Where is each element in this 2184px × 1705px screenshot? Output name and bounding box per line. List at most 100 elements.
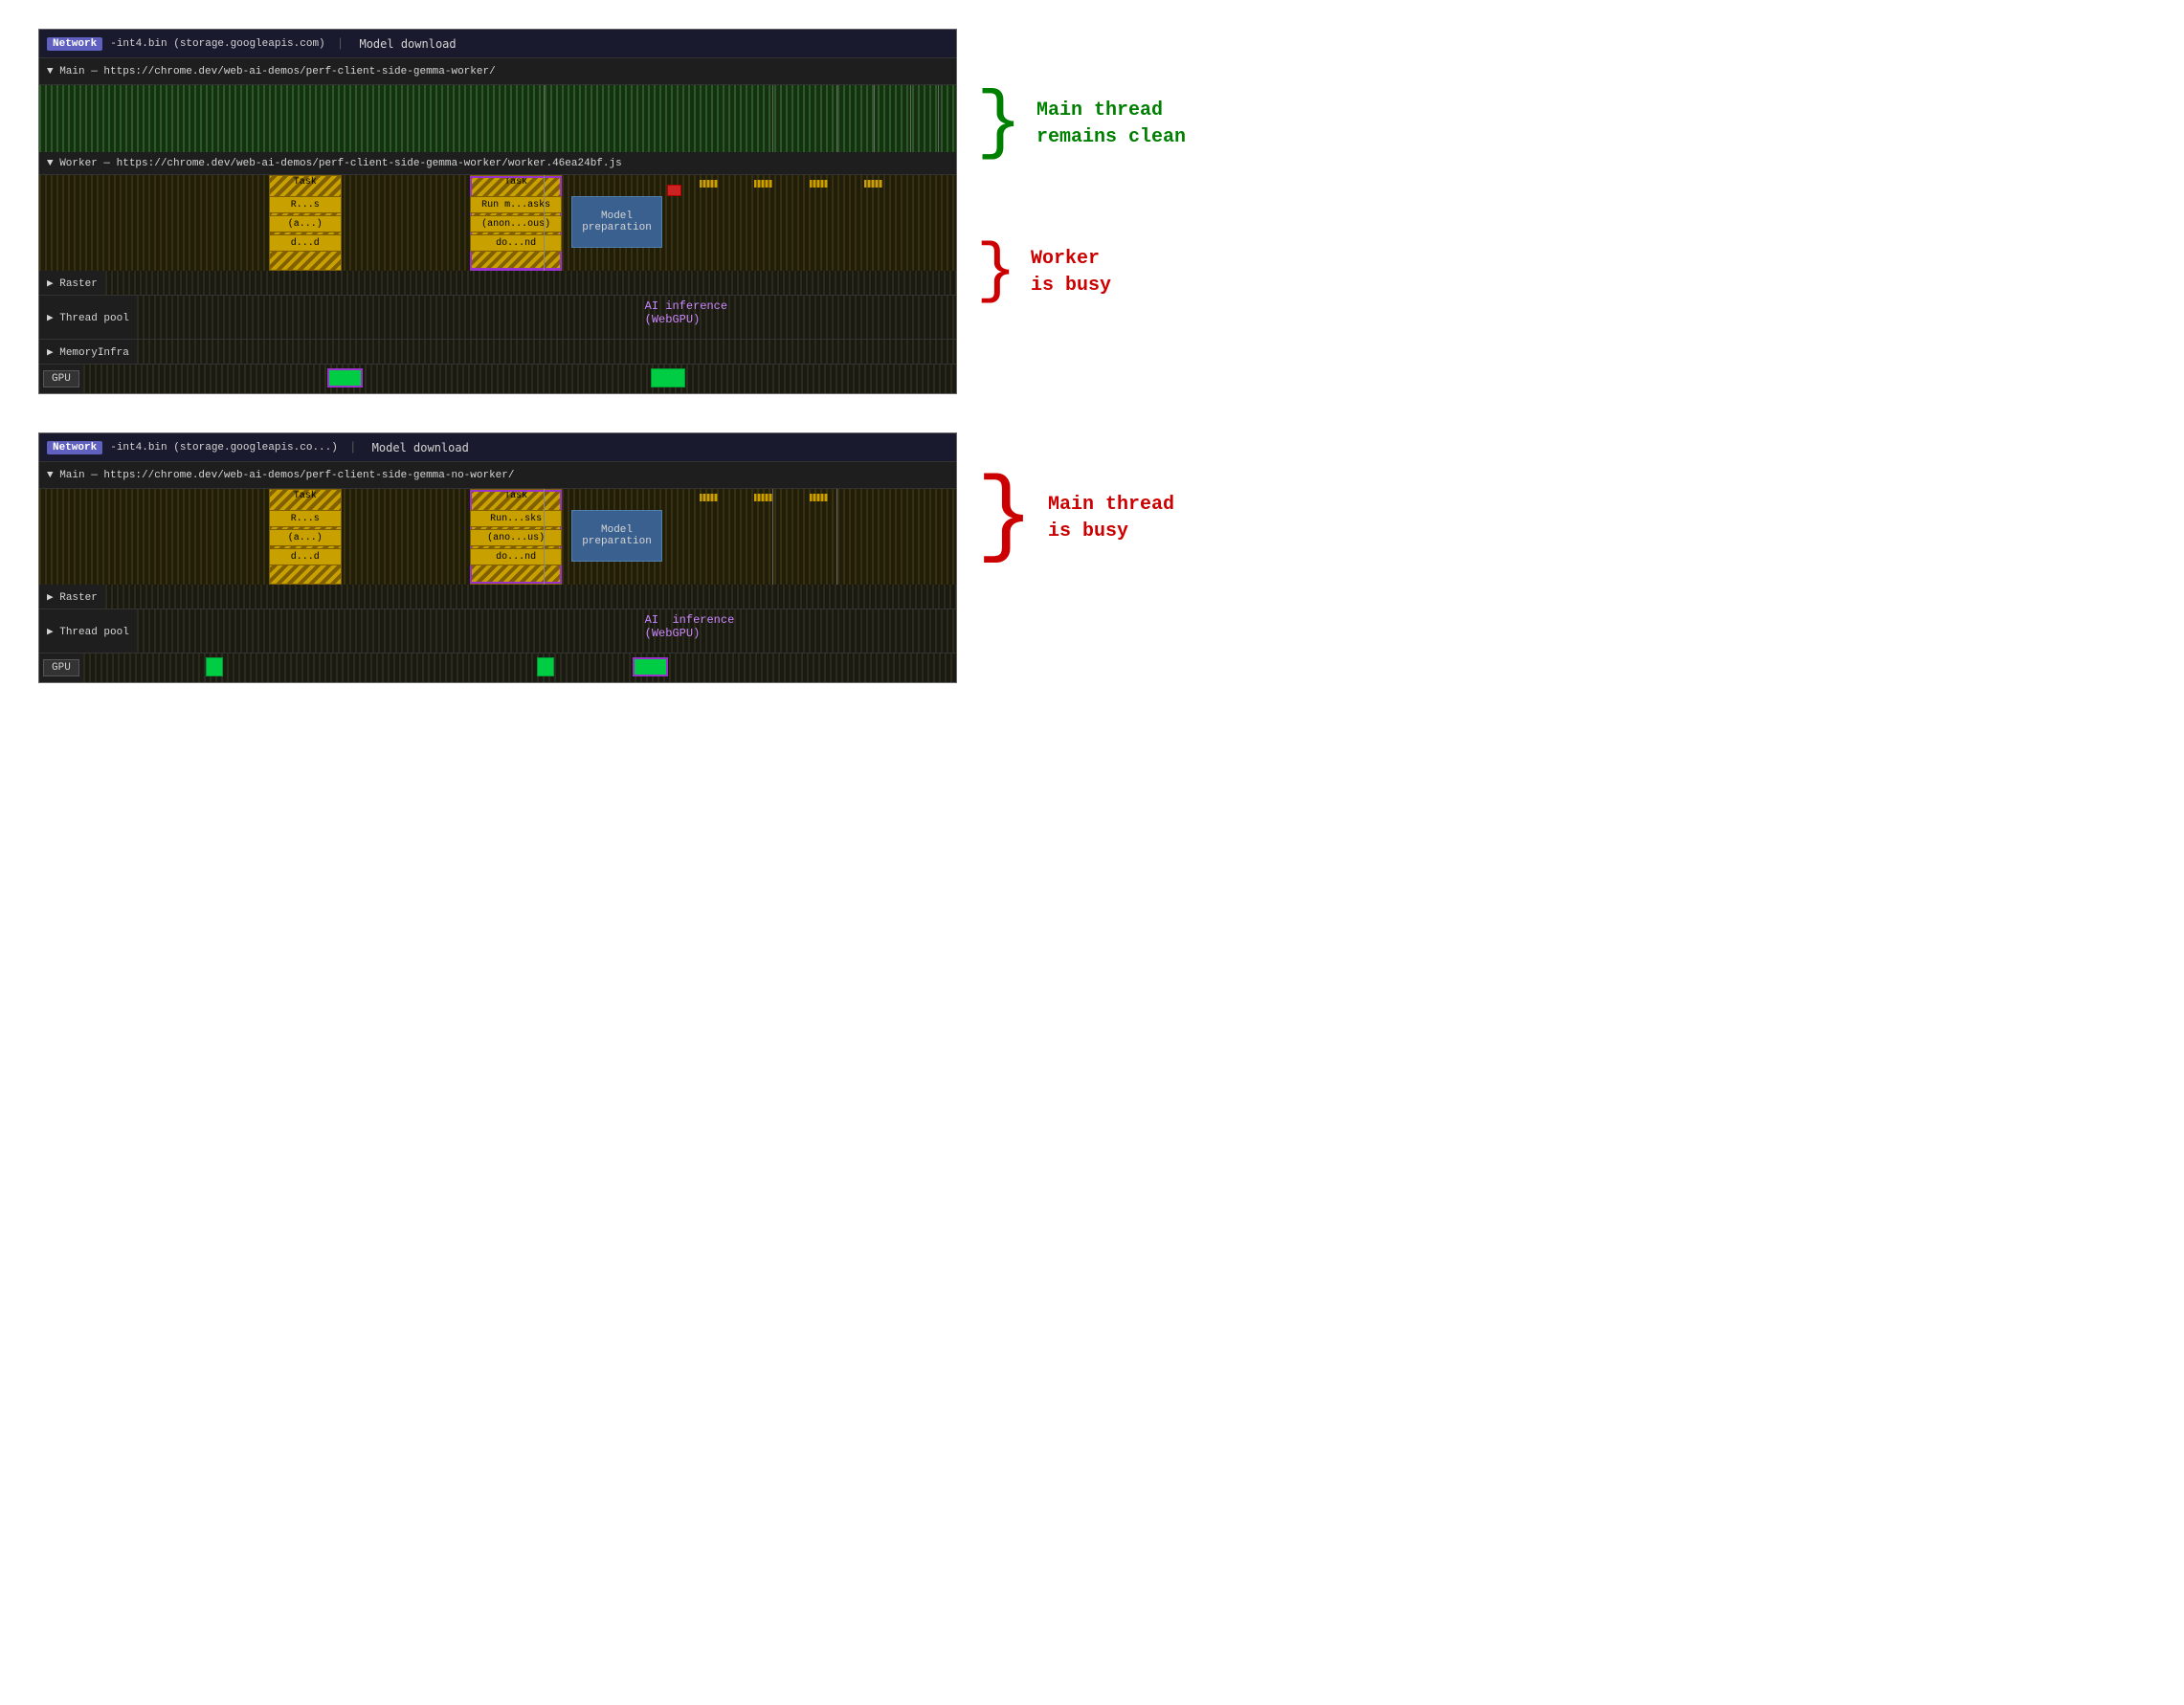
- vline-main-3: [836, 85, 837, 152]
- timeline-panel1: Network -int4.bin (storage.googleapis.co…: [38, 29, 957, 394]
- vline-main2-3: [836, 489, 837, 585]
- raster-content-1: [105, 271, 956, 295]
- a-label-2: (a...): [288, 533, 323, 543]
- worker-url-1: ▼ Worker — https://chrome.dev/web-ai-dem…: [47, 158, 622, 169]
- dond-label-2: do...nd: [496, 552, 536, 563]
- dd-block-2: d...d: [269, 548, 343, 565]
- dd-label-1: d...d: [291, 238, 320, 249]
- anon-label-2: (ano...us): [487, 533, 545, 543]
- vline-main2-2: [772, 489, 773, 585]
- main-thread-bg-1: [39, 85, 956, 152]
- dond-label-1: do...nd: [496, 238, 536, 249]
- network-label-area-2: Network -int4.bin (storage.googleapis.co…: [39, 433, 956, 461]
- red-block-worker-1: [667, 185, 680, 196]
- timeline-panel2: Network -int4.bin (storage.googleapis.co…: [38, 432, 957, 683]
- rs-block-2: R...s: [269, 510, 343, 527]
- model-download-2: Model download: [372, 441, 469, 454]
- model-prep-block-1: Model preparation: [571, 196, 663, 248]
- annotations-panel1: } Main thread remains clean } Worker is …: [976, 29, 1186, 306]
- worker-small-3: [810, 180, 828, 188]
- main-url-1: ▼ Main — https://chrome.dev/web-ai-demos…: [39, 62, 503, 81]
- network-row-2: Network -int4.bin (storage.googleapis.co…: [39, 433, 956, 462]
- memoryinfra-row-1: ▶ MemoryInfra: [39, 340, 956, 365]
- a-label-1: (a...): [288, 219, 323, 230]
- main2-small-3: [810, 494, 828, 501]
- vline-main-1: [544, 85, 545, 152]
- gpu-content-1: [83, 365, 956, 393]
- separator-1: |: [337, 36, 345, 51]
- gpu-label-1: GPU: [43, 370, 79, 388]
- vline-main-4: [874, 85, 875, 152]
- worker-tracks-1: Task Task R...s Run m...asks (a...): [39, 175, 956, 271]
- annotation-text-worker-busy: Worker is busy: [1031, 246, 1111, 299]
- task2-label-2: Task: [504, 491, 527, 501]
- rs-label-1: R...s: [291, 200, 320, 210]
- dd-block-1: d...d: [269, 234, 343, 252]
- raster-content-2: [105, 585, 956, 609]
- threadpool-row-2: ▶ Thread pool AI inference (WebGPU): [39, 609, 956, 653]
- dond-block-1: do...nd: [470, 234, 562, 252]
- gpu-bg-1: [83, 365, 956, 393]
- annotation-group-main-busy: } Main thread is busy: [976, 471, 1174, 566]
- gpu-block4-1: [651, 368, 685, 388]
- diagram-panel2: Network -int4.bin (storage.googleapis.co…: [38, 432, 1174, 683]
- diagram-panel1: Network -int4.bin (storage.googleapis.co…: [38, 29, 1186, 394]
- raster-row-1: ▶ Raster: [39, 271, 956, 296]
- network-file-2: -int4.bin (storage.googleapis.co...): [110, 442, 338, 454]
- ai-inference-label-2: AI inference (WebGPU): [645, 613, 735, 640]
- anon-block-1: (anon...ous): [470, 215, 562, 232]
- model-download-1: Model download: [359, 37, 456, 51]
- runsks-label-2: Run...sks: [490, 514, 542, 524]
- gpu-block1-2: [206, 657, 223, 676]
- annotation-text-clean: Main thread remains clean: [1036, 98, 1186, 151]
- main-label-row-1: ▼ Main — https://chrome.dev/web-ai-demos…: [39, 58, 956, 85]
- gpu-block2-2: [537, 657, 554, 676]
- threadpool-content-2: AI inference (WebGPU): [137, 609, 956, 653]
- runasks-label-1: Run m...asks: [481, 200, 550, 210]
- model-prep-label-1: Model preparation: [582, 210, 652, 233]
- brace-red-2: }: [976, 471, 1034, 566]
- gpu-row-2: GPU: [39, 653, 956, 682]
- rs-block-1: R...s: [269, 196, 343, 213]
- dd-label-2: d...d: [291, 552, 320, 563]
- main-thread-tracks-1: [39, 85, 956, 152]
- separator-2: |: [349, 440, 357, 454]
- vline-main-5: [910, 85, 911, 152]
- gpu-block2-1: [327, 368, 362, 388]
- annotation-group-clean: } Main thread remains clean: [976, 86, 1186, 163]
- runasks-block-1: Run m...asks: [470, 196, 562, 213]
- main2-small-1: [700, 494, 718, 501]
- network-badge-2: Network: [47, 441, 102, 454]
- rs-label-2: R...s: [291, 514, 320, 524]
- model-prep-block-2: Model preparation: [571, 510, 663, 562]
- network-file-1: -int4.bin (storage.googleapis.com): [110, 38, 324, 50]
- threadpool-row-1: ▶ Thread pool AI inference (WebGPU): [39, 296, 956, 340]
- a-block-2: (a...): [269, 529, 343, 546]
- gpu-label-2: GPU: [43, 659, 79, 676]
- main-label-row-2: ▼ Main — https://chrome.dev/web-ai-demos…: [39, 462, 956, 489]
- raster-label-1: ▶ Raster: [39, 277, 105, 290]
- anon-label-1: (anon...ous): [481, 219, 550, 230]
- network-badge-1: Network: [47, 37, 102, 51]
- annotations-panel2: } Main thread is busy: [976, 432, 1174, 566]
- main2-small-2: [754, 494, 772, 501]
- annotation-group-busy-worker: } Worker is busy: [976, 239, 1186, 306]
- task1-label-1: Task: [294, 177, 317, 188]
- dond-block-2: do...nd: [470, 548, 562, 565]
- threadpool-label-1: ▶ Thread pool: [39, 311, 137, 324]
- vline-main2-1: [544, 489, 545, 585]
- worker-small-4: [864, 180, 882, 188]
- brace-red-1: }: [976, 239, 1016, 306]
- worker-header-1: ▼ Worker — https://chrome.dev/web-ai-dem…: [39, 152, 956, 175]
- runsks-block-2: Run...sks: [470, 510, 562, 527]
- gpu-row-1: GPU: [39, 365, 956, 393]
- a-block-1: (a...): [269, 215, 343, 232]
- gpu-content-2: [83, 653, 956, 682]
- threadpool-content-1: AI inference (WebGPU): [137, 296, 956, 339]
- memoryinfra-label-1: ▶ MemoryInfra: [39, 345, 137, 359]
- task2-label-1: Task: [504, 177, 527, 188]
- main-thread-tracks-2: Task Task R...s Run...sks (a...) (a: [39, 489, 956, 585]
- task1-label-2: Task: [294, 491, 317, 501]
- model-prep-label-2: Model preparation: [582, 524, 652, 547]
- worker-small-2: [754, 180, 772, 188]
